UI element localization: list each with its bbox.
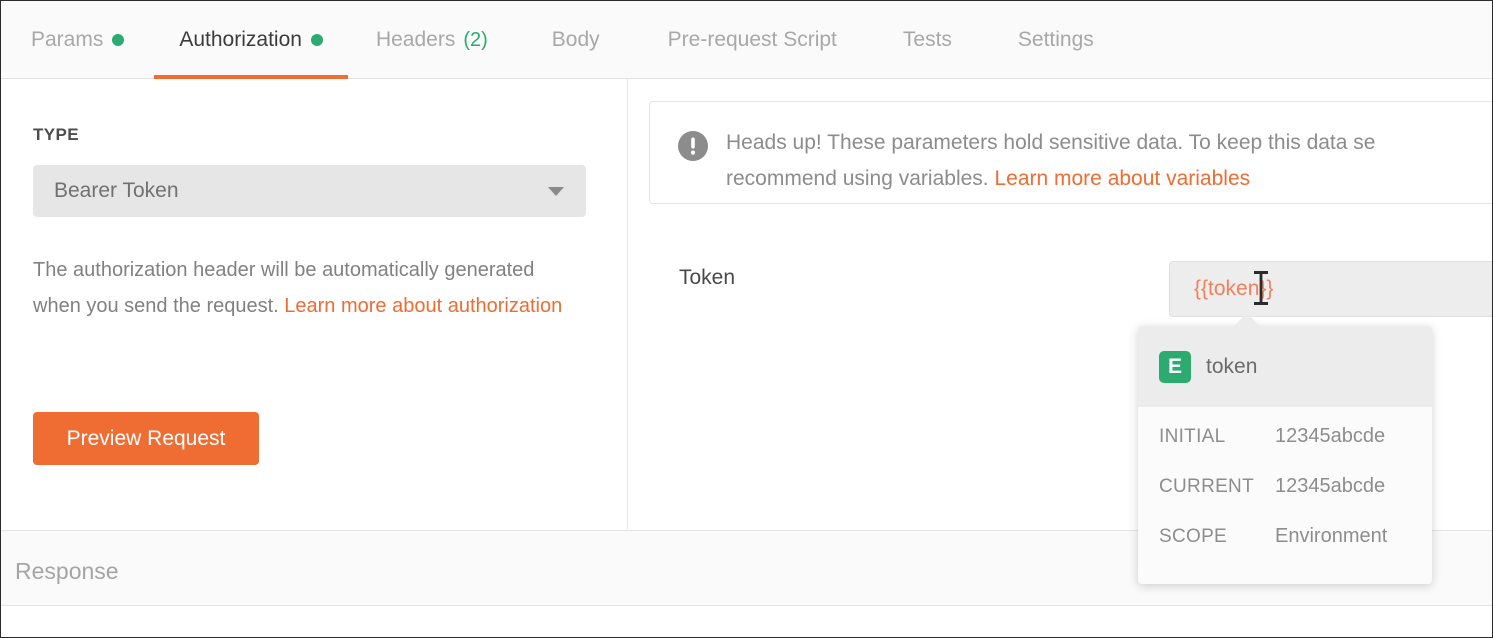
sensitive-data-banner-text: Heads up! These parameters hold sensitiv… xyxy=(726,125,1493,197)
variable-row-key: SCOPE xyxy=(1159,526,1275,548)
auth-type-selected-value: Bearer Token xyxy=(54,179,179,203)
token-field-label: Token xyxy=(679,266,735,290)
token-input[interactable]: {{token}} xyxy=(1169,261,1493,317)
variable-row-key: CURRENT xyxy=(1159,476,1275,498)
tab-tests[interactable]: Tests xyxy=(869,1,986,79)
learn-more-authorization-link[interactable]: Learn more about authorization xyxy=(284,295,562,317)
params-status-dot xyxy=(112,34,124,46)
request-tab-bar: Params Authorization Headers (2) Body Pr… xyxy=(1,1,1492,79)
sensitive-data-banner: Heads up! These parameters hold sensitiv… xyxy=(649,101,1493,204)
exclamation-circle-icon xyxy=(678,131,708,161)
banner-line-2-prefix: recommend using variables. xyxy=(726,167,994,190)
tab-params-label: Params xyxy=(31,28,103,52)
auth-help-text: The authorization header will be automat… xyxy=(33,252,563,324)
variable-popover-header: E token xyxy=(1138,326,1432,407)
learn-more-variables-link[interactable]: Learn more about variables xyxy=(994,167,1250,190)
environment-badge-icon: E xyxy=(1159,351,1191,383)
auth-type-select[interactable]: Bearer Token xyxy=(33,165,586,217)
token-input-value: {{token}} xyxy=(1194,277,1273,301)
response-label: Response xyxy=(15,558,119,585)
auth-type-pane: TYPE Bearer Token The authorization head… xyxy=(1,79,628,529)
tab-params[interactable]: Params xyxy=(1,1,154,79)
variable-row-initial: INITIAL 12345abcde xyxy=(1138,425,1432,475)
variable-row-scope: SCOPE Environment xyxy=(1138,525,1432,575)
variable-popover-arrow xyxy=(1233,313,1261,327)
variable-row-current: CURRENT 12345abcde xyxy=(1138,475,1432,525)
bottom-strip xyxy=(1,607,1492,637)
variable-name: token xyxy=(1206,355,1257,379)
tab-authorization[interactable]: Authorization xyxy=(154,1,348,79)
tab-headers-label: Headers xyxy=(376,28,455,52)
chevron-down-icon xyxy=(548,187,564,196)
tab-settings-label: Settings xyxy=(1018,28,1094,52)
authorization-status-dot xyxy=(311,34,323,46)
variable-row-key: INITIAL xyxy=(1159,426,1275,448)
variable-row-value: 12345abcde xyxy=(1275,475,1385,498)
banner-line-2: recommend using variables. Learn more ab… xyxy=(726,161,1493,197)
tab-settings[interactable]: Settings xyxy=(986,1,1126,79)
type-label: TYPE xyxy=(33,125,79,145)
tab-body-label: Body xyxy=(552,28,600,52)
headers-count-badge: (2) xyxy=(463,29,487,52)
request-editor-window: Params Authorization Headers (2) Body Pr… xyxy=(0,0,1493,638)
tab-authorization-label: Authorization xyxy=(179,28,302,52)
tab-body[interactable]: Body xyxy=(516,1,636,79)
tab-headers[interactable]: Headers (2) xyxy=(348,1,516,79)
banner-line-1: Heads up! These parameters hold sensitiv… xyxy=(726,131,1375,154)
variable-popover: E token INITIAL 12345abcde CURRENT 12345… xyxy=(1138,326,1432,584)
tab-pre-request-script-label: Pre-request Script xyxy=(668,28,837,52)
variable-row-value: Environment xyxy=(1275,525,1387,548)
variable-row-value: 12345abcde xyxy=(1275,425,1385,448)
preview-request-button[interactable]: Preview Request xyxy=(33,412,259,465)
tab-tests-label: Tests xyxy=(903,28,952,52)
variable-detail-rows: INITIAL 12345abcde CURRENT 12345abcde SC… xyxy=(1138,407,1432,575)
tab-pre-request-script[interactable]: Pre-request Script xyxy=(636,1,869,79)
